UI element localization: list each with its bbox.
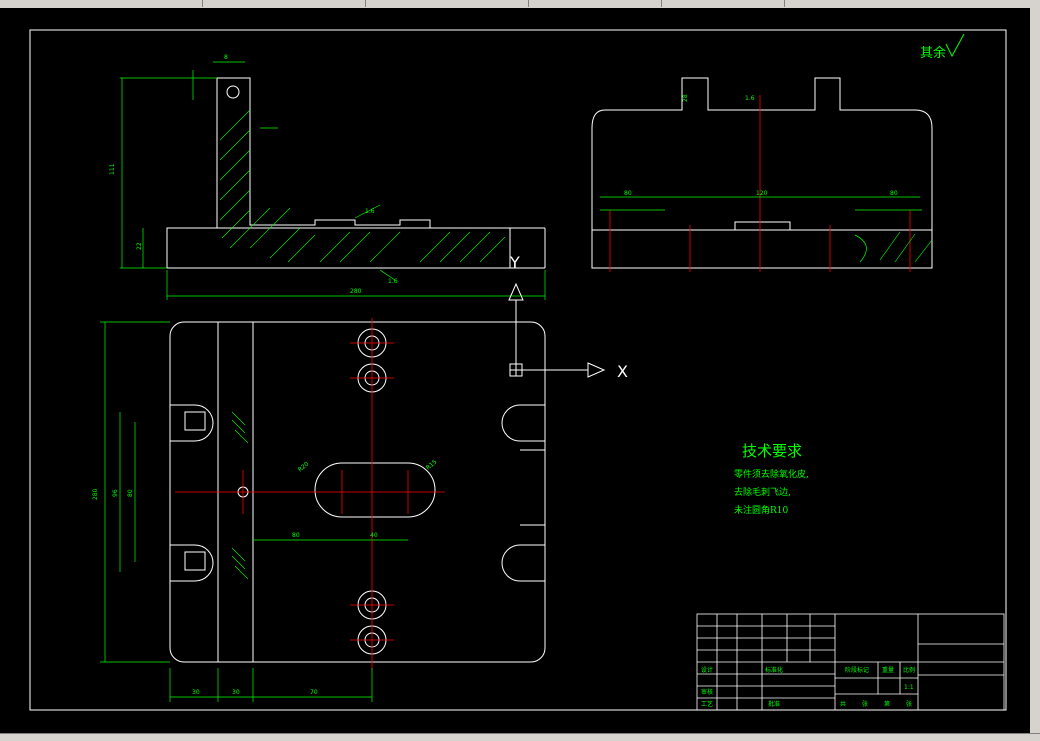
dim-plan-r1: R20 xyxy=(297,460,311,473)
dim-side-slot: 28 xyxy=(682,94,689,102)
dim-plan-w2: 30 xyxy=(232,689,240,696)
vertical-scrollbar[interactable] xyxy=(1030,8,1040,733)
dim-base-height: 22 xyxy=(136,242,143,250)
dim-overall-width: 280 xyxy=(350,288,362,295)
toolbar-segment[interactable] xyxy=(62,0,203,7)
tech-title: 技术要求 xyxy=(742,442,802,460)
title-block xyxy=(696,613,1005,711)
dim-plan-offset-a: 80 xyxy=(292,532,300,539)
front-dimensions xyxy=(120,61,546,300)
dim-plan-height: 280 xyxy=(92,488,99,500)
tb-stage: 阶段标记 xyxy=(845,666,869,674)
toolbar-segment[interactable] xyxy=(531,0,662,7)
dim-top-gap: 8 xyxy=(224,54,228,61)
tb-sheet2: 张 xyxy=(906,700,912,708)
toolbar-segment[interactable] xyxy=(664,0,785,7)
toolbar-segment[interactable] xyxy=(368,0,529,7)
tb-check: 审核 xyxy=(701,688,713,696)
tech-line-2: 去除毛刺飞边, xyxy=(734,486,791,498)
ucs-icon xyxy=(508,282,606,378)
surface-finish-check-icon xyxy=(945,33,965,58)
dim-plan-r2: R15 xyxy=(425,458,439,471)
axis-x-label: X xyxy=(617,362,628,381)
tb-sheets: 共 xyxy=(840,700,846,708)
ra-side: 1.6 xyxy=(745,95,755,102)
ra-front-b: 1.6 xyxy=(388,278,398,285)
dim-plan-w1: 30 xyxy=(192,689,200,696)
plan-centerlines xyxy=(175,318,445,670)
dim-side-c: 80 xyxy=(890,190,898,197)
ra-front-a: 1.6 xyxy=(365,208,375,215)
front-view xyxy=(166,77,546,269)
tb-process: 工艺 xyxy=(701,700,713,708)
dim-plan-inner-b: 80 xyxy=(127,489,134,497)
tb-of: 第 xyxy=(884,700,890,708)
toolbar-segment[interactable] xyxy=(205,0,366,7)
side-hatch xyxy=(879,231,933,263)
cad-drawing: 111 22 280 8 1.6 1.6 80 120 80 28 1.6 28… xyxy=(29,29,1007,711)
tb-scale: 比例 xyxy=(903,666,915,674)
dim-side-a: 80 xyxy=(624,190,632,197)
side-centerlines xyxy=(609,95,911,272)
tb-scale-value: 1:1 xyxy=(904,684,914,691)
dim-side-b: 120 xyxy=(756,190,768,197)
dim-plan-offset-b: 40 xyxy=(370,532,378,539)
tb-sheet: 张 xyxy=(862,700,868,708)
tb-weight: 重量 xyxy=(882,666,894,674)
tb-approve: 批准 xyxy=(768,700,780,708)
axis-y-label: Y xyxy=(509,253,520,272)
side-view xyxy=(591,77,933,269)
front-hatch xyxy=(219,109,506,263)
drawing-canvas[interactable]: 111 22 280 8 1.6 1.6 80 120 80 28 1.6 28… xyxy=(0,8,1030,733)
tech-line-3: 未注圆角R10 xyxy=(734,504,789,516)
dim-plan-w3: 70 xyxy=(310,689,318,696)
tb-std: 标准化 xyxy=(765,666,783,674)
tech-line-1: 零件须去除氧化皮, xyxy=(734,468,809,480)
plan-dimensions xyxy=(100,321,408,702)
note-rest: 其余 xyxy=(920,45,946,61)
dim-height: 111 xyxy=(109,163,116,175)
tb-design: 设计 xyxy=(701,666,713,674)
dim-plan-inner-a: 96 xyxy=(112,489,119,497)
